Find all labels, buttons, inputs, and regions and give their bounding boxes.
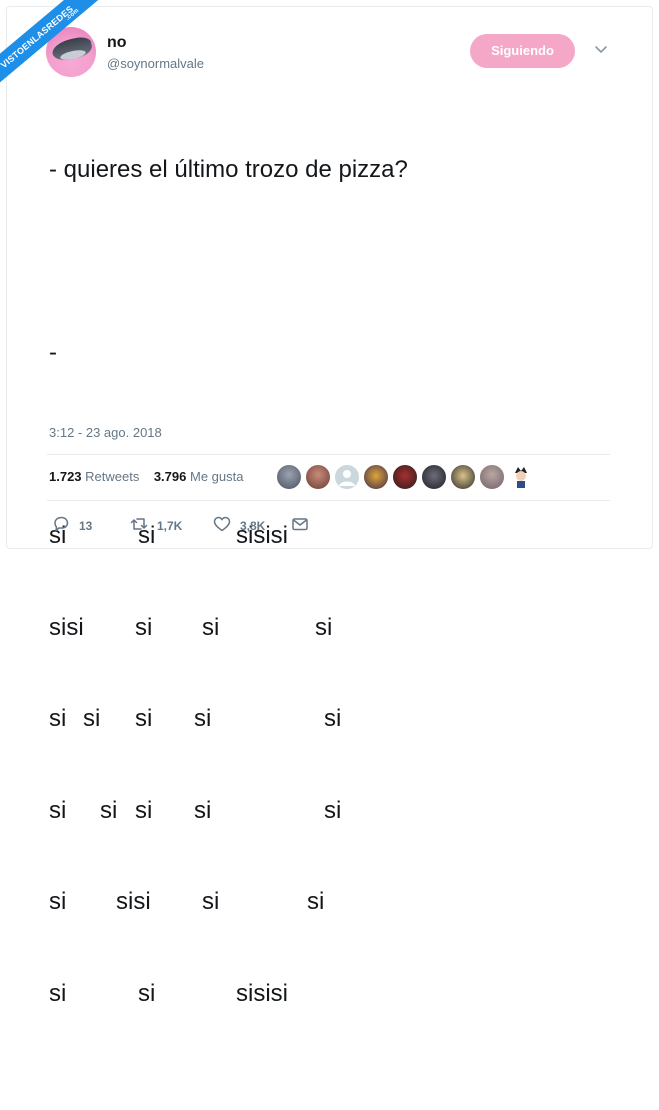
si-word: si [202,613,220,641]
likes-count[interactable]: 3.796 [154,469,187,484]
si-word: sisisi [236,979,288,1007]
divider [47,500,610,501]
si-word: sisi [116,888,151,915]
retweet-icon [130,515,148,536]
si-word: si [324,705,342,732]
retweets-label[interactable]: Retweets [85,469,139,484]
liker-avatar[interactable] [276,464,302,490]
si-word: si [307,888,325,915]
engagement-stats: 1.723 Retweets 3.796 Me gusta [49,469,243,484]
si-word: si [49,979,67,1007]
si-row-6: si si sisisi [49,979,408,1010]
si-row-3: si si si si si [49,704,408,735]
si-row-2: sisi si si si [49,613,408,644]
retweet-button[interactable]: 1,7K [130,515,182,536]
liker-avatar[interactable] [479,464,505,490]
si-word: si [135,796,153,824]
si-row-5: si sisi si si [49,887,408,918]
direct-message-button[interactable] [291,515,309,536]
retweets-count[interactable]: 1.723 [49,469,82,484]
like-button[interactable]: 3,8K [213,515,265,536]
si-word: si [202,888,220,915]
liker-avatar[interactable] [363,464,389,490]
si-word: si [138,979,156,1007]
like-count: 3,8K [240,518,266,533]
like-icon [213,515,231,536]
si-word: si [194,705,212,732]
reply-button[interactable]: 13 [52,515,92,536]
chevron-down-icon[interactable] [594,42,608,56]
tweet-text: - quieres el último trozo de pizza? - si… [49,94,408,1040]
liker-avatar[interactable] [305,464,331,490]
si-word: si [49,796,67,824]
si-word: si [100,796,118,824]
dm-icon [291,515,309,536]
si-word: si [49,888,67,915]
liker-avatar[interactable] [508,464,534,490]
likes-label[interactable]: Me gusta [190,469,243,484]
tweet-question: - quieres el último trozo de pizza? [49,156,408,183]
si-word: si [315,613,333,641]
si-word: si [135,613,153,641]
si-word: si [194,796,212,824]
si-word: si [83,705,101,732]
reply-icon [52,515,70,536]
divider [47,454,610,455]
liker-avatar[interactable] [450,464,476,490]
following-button[interactable]: Siguiendo [470,34,575,68]
tweet-dash: - [49,339,57,366]
liker-avatar[interactable] [421,464,447,490]
retweet-count: 1,7K [157,518,183,533]
tweet-timestamp[interactable]: 3:12 - 23 ago. 2018 [49,425,162,440]
liker-avatar[interactable] [392,464,418,490]
si-word: si [135,705,153,732]
reply-count: 13 [79,518,93,533]
si-word: sisi [49,613,84,641]
liker-avatar[interactable] [334,464,360,490]
user-handle[interactable]: @soynormalvale [107,56,204,71]
si-word: si [324,796,342,824]
display-name[interactable]: no [107,34,127,52]
si-row-4: si si si si si [49,796,408,827]
si-word: si [49,705,67,732]
